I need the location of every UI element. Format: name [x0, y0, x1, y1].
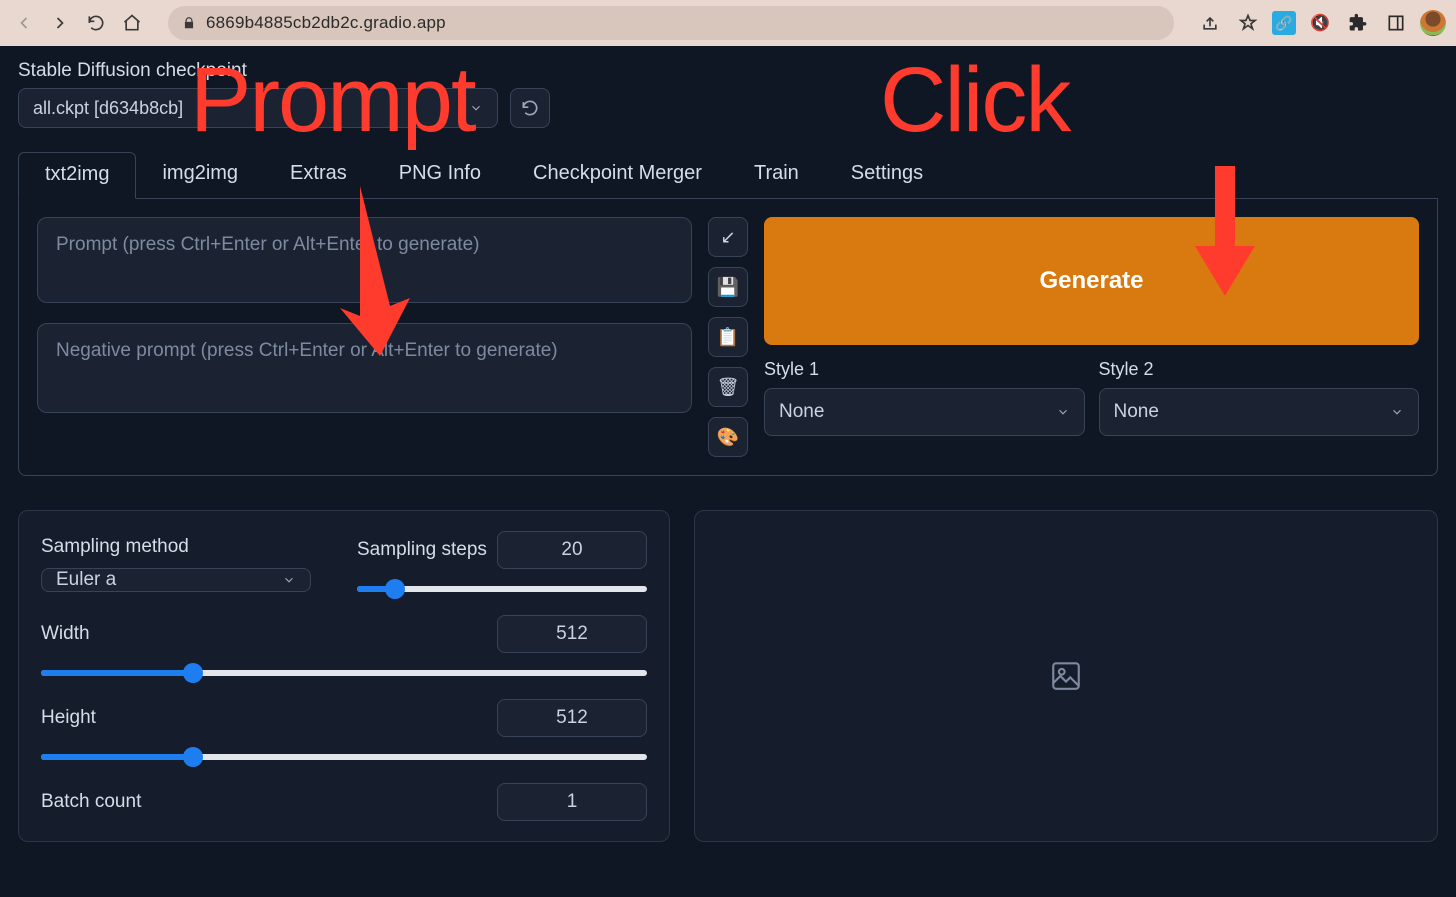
- extension-icons: 🔗 🔇: [1196, 9, 1446, 37]
- tab-pnginfo[interactable]: PNG Info: [373, 152, 507, 198]
- tab-bar: txt2img img2img Extras PNG Info Checkpoi…: [18, 152, 1438, 199]
- url-bar[interactable]: 6869b4885cb2db2c.gradio.app: [168, 6, 1174, 40]
- trash-button[interactable]: 🗑: [708, 367, 748, 407]
- mute-icon[interactable]: 🔇: [1306, 9, 1334, 37]
- width-label: Width: [41, 623, 90, 645]
- output-preview: [694, 510, 1438, 842]
- width-slider[interactable]: [41, 663, 647, 681]
- chevron-down-icon: [282, 573, 296, 587]
- negative-prompt-input[interactable]: Negative prompt (press Ctrl+Enter or Alt…: [37, 323, 692, 413]
- style1-value: None: [779, 401, 824, 423]
- tab-settings[interactable]: Settings: [825, 152, 949, 198]
- style1-select[interactable]: None: [764, 388, 1085, 436]
- batch-count-value[interactable]: 1: [497, 783, 647, 821]
- save-button[interactable]: 💾: [708, 267, 748, 307]
- chevron-down-icon: [1056, 405, 1070, 419]
- forward-button[interactable]: [46, 9, 74, 37]
- lock-icon: [182, 16, 196, 30]
- profile-avatar[interactable]: [1420, 10, 1446, 36]
- batch-count-label: Batch count: [41, 791, 141, 813]
- collapse-button[interactable]: ↙: [708, 217, 748, 257]
- height-slider[interactable]: [41, 747, 647, 765]
- width-value[interactable]: 512: [497, 615, 647, 653]
- sampling-method-label: Sampling method: [41, 536, 341, 558]
- style1-label: Style 1: [764, 359, 1085, 380]
- style2-value: None: [1114, 401, 1159, 423]
- link-extension-icon[interactable]: 🔗: [1272, 11, 1296, 35]
- clipboard-button[interactable]: 📋: [708, 317, 748, 357]
- sampling-steps-value[interactable]: 20: [497, 531, 647, 569]
- tab-txt2img[interactable]: txt2img: [18, 152, 136, 199]
- tab-img2img[interactable]: img2img: [136, 152, 264, 198]
- checkpoint-label: Stable Diffusion checkpoint: [18, 60, 498, 82]
- tab-train[interactable]: Train: [728, 152, 825, 198]
- url-text: 6869b4885cb2db2c.gradio.app: [206, 13, 446, 33]
- checkpoint-value: all.ckpt [d634b8cb]: [33, 98, 183, 119]
- height-value[interactable]: 512: [497, 699, 647, 737]
- tab-checkpoint-merger[interactable]: Checkpoint Merger: [507, 152, 728, 198]
- back-button[interactable]: [10, 9, 38, 37]
- share-icon[interactable]: [1196, 9, 1224, 37]
- style2-label: Style 2: [1099, 359, 1420, 380]
- tab-extras[interactable]: Extras: [264, 152, 373, 198]
- home-button[interactable]: [118, 9, 146, 37]
- browser-toolbar: 6869b4885cb2db2c.gradio.app 🔗 🔇: [0, 0, 1456, 46]
- puzzle-icon[interactable]: [1344, 9, 1372, 37]
- style2-select[interactable]: None: [1099, 388, 1420, 436]
- sampling-method-select[interactable]: Euler a: [41, 568, 311, 592]
- action-icon-column: ↙ 💾 📋 🗑 🎨: [708, 217, 748, 457]
- tab-content: Prompt (press Ctrl+Enter or Alt+Enter to…: [18, 199, 1438, 476]
- prompt-input[interactable]: Prompt (press Ctrl+Enter or Alt+Enter to…: [37, 217, 692, 303]
- refresh-checkpoint-button[interactable]: [510, 88, 550, 128]
- height-label: Height: [41, 707, 96, 729]
- chevron-down-icon: [1390, 405, 1404, 419]
- generate-button[interactable]: Generate: [764, 217, 1419, 345]
- checkpoint-select[interactable]: all.ckpt [d634b8cb]: [18, 88, 498, 128]
- params-panel: Sampling method Euler a Sampling steps 2…: [18, 510, 670, 842]
- sampling-method-value: Euler a: [56, 569, 116, 591]
- sampling-steps-label: Sampling steps: [357, 539, 487, 561]
- chevron-down-icon: [469, 101, 483, 115]
- image-placeholder-icon: [1049, 659, 1083, 693]
- panel-icon[interactable]: [1382, 9, 1410, 37]
- star-icon[interactable]: [1234, 9, 1262, 37]
- reload-button[interactable]: [82, 9, 110, 37]
- sampling-steps-slider[interactable]: [357, 579, 647, 597]
- palette-button[interactable]: 🎨: [708, 417, 748, 457]
